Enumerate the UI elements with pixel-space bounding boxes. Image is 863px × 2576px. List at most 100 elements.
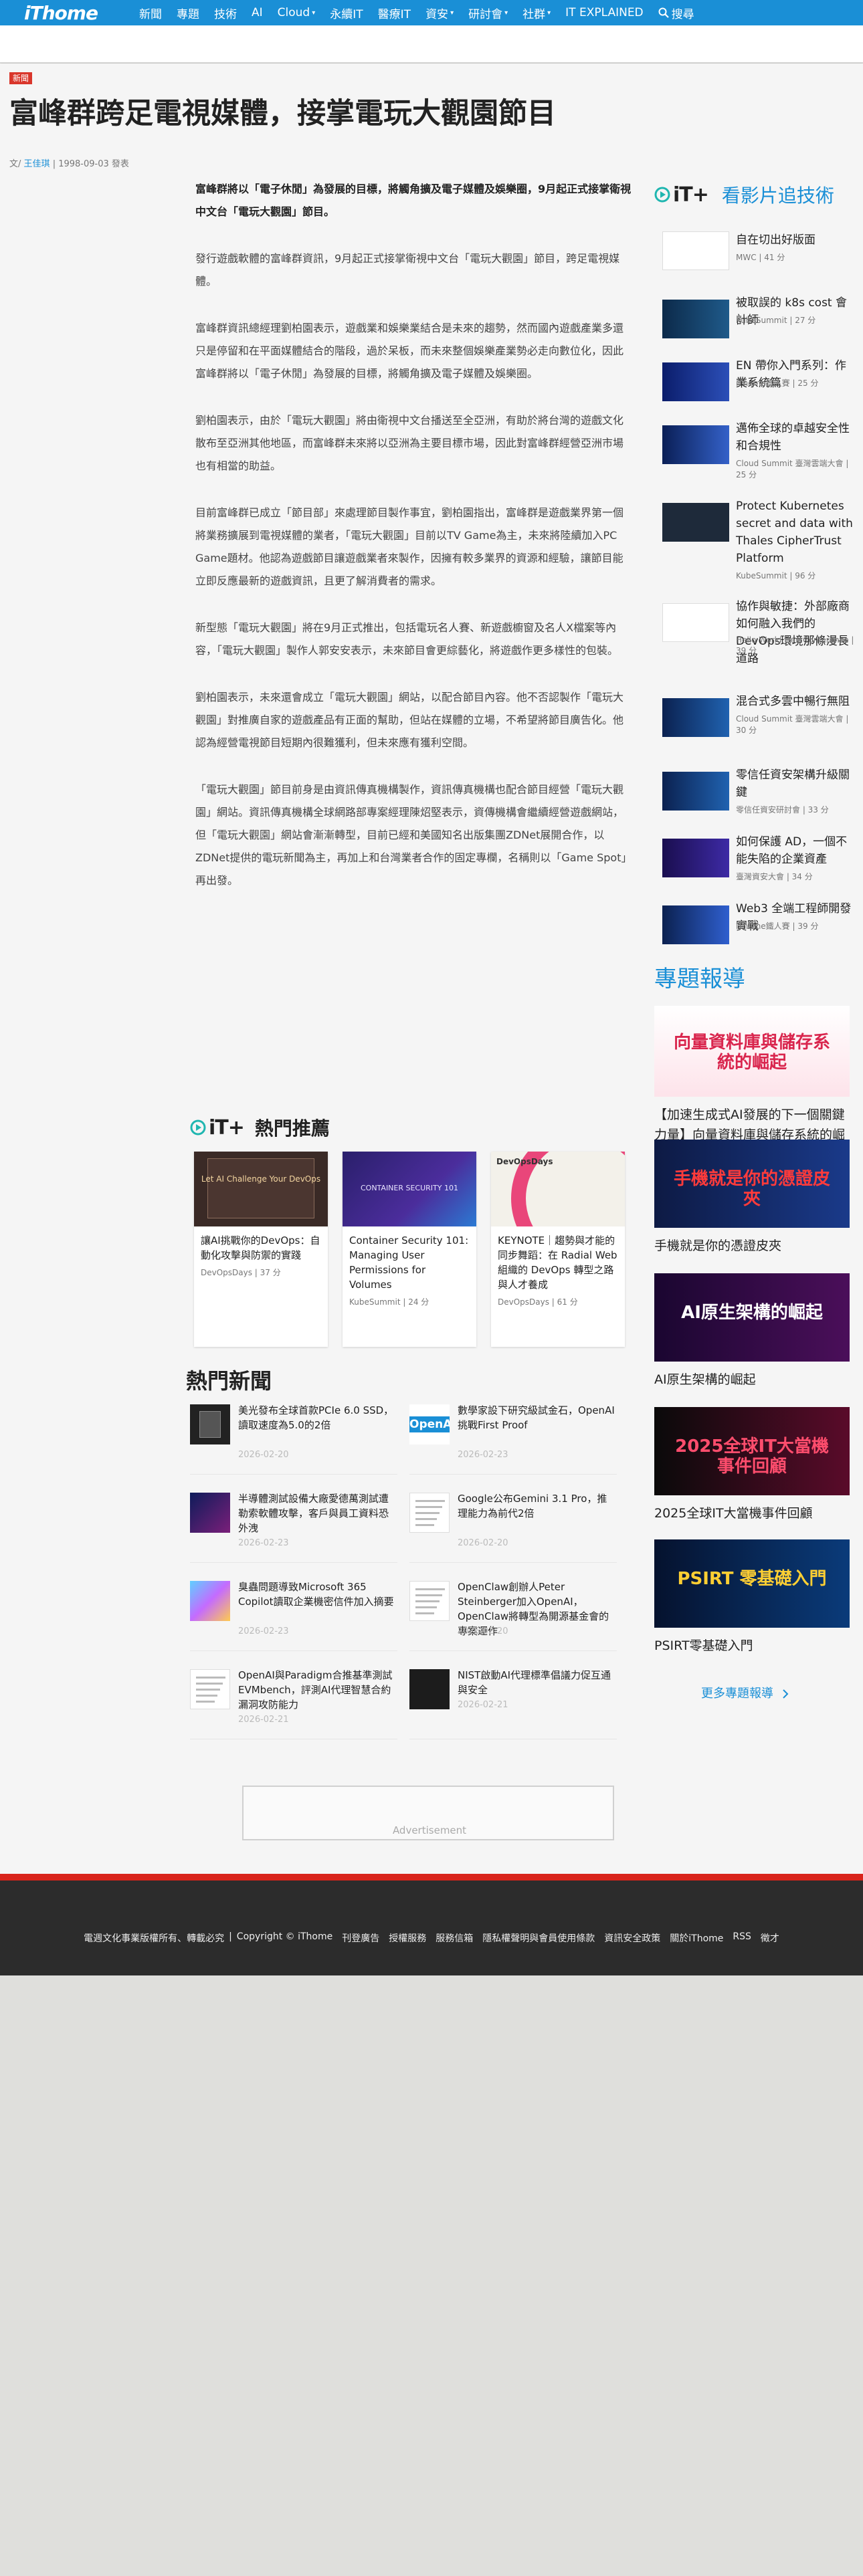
- topic-heading: 專題報導: [654, 966, 745, 992]
- nav-item[interactable]: 專題: [177, 5, 199, 21]
- recommend-thumbnail: Let AI Challenge Your DevOps: [194, 1152, 328, 1226]
- recommend-title: 熱門推薦: [254, 1117, 330, 1140]
- footer-link[interactable]: 徵才: [761, 1931, 779, 1945]
- video-meta: iThome鐵人賽 | 39 分: [736, 922, 819, 931]
- article-paragraph: 劉柏園表示，未來還會成立「電玩大觀園」網站，以配合節目內容。他不否認製作「電玩大…: [195, 691, 624, 749]
- nav-search-label: 搜尋: [671, 7, 694, 21]
- doc-line: [415, 1612, 434, 1614]
- recommend-thumbnail: DevOpsDays: [491, 1152, 625, 1226]
- doc-line: [196, 1677, 225, 1679]
- thumb-caption: DevOpsDays: [496, 1157, 553, 1166]
- search-icon: [658, 7, 669, 18]
- footer-link[interactable]: 資訊安全政策: [604, 1931, 660, 1945]
- video-title: 協作與敏捷：外部廠商如何融入我們的DevOps環境那條漫長道路: [736, 600, 850, 665]
- article-lead: 富峰群將以「電子休閒」為發展的目標，將觸角擴及電子媒體及娛樂圈，9月起正式接掌衛…: [195, 183, 632, 218]
- nav-item[interactable]: 新聞: [139, 5, 162, 21]
- itplus-logo[interactable]: iT+: [190, 1116, 245, 1140]
- footer-link[interactable]: RSS: [733, 1931, 751, 1945]
- hot-news-item[interactable]: OpenA 數學家設下研究級試金石，OpenAI挑戰First Proof 2026…: [405, 1395, 618, 1475]
- doc-line: [196, 1695, 217, 1697]
- nav-item[interactable]: Cloud ▾: [278, 6, 316, 19]
- nav-item-label: 醫療IT: [377, 7, 411, 21]
- video-meta: Cloud Summit 臺灣雲端大會 | 30 分: [736, 714, 849, 735]
- video-meta: 零信任資安研討會 | 33 分: [736, 805, 829, 815]
- footer-link[interactable]: 關於iThome: [670, 1931, 723, 1945]
- hot-news-date: 2026-02-21: [238, 1715, 289, 1725]
- recommend-card-title: 讓AI挑戰你的DevOps：自動化攻擊與防禦的實踐: [201, 1235, 320, 1261]
- topic-image: 向量資料庫與儲存系統的崛起: [654, 1006, 850, 1097]
- nav-item-label: 研討會: [468, 7, 503, 21]
- sidebar-itplus-brand: iT+: [673, 183, 709, 207]
- copilot-icon: [190, 1581, 230, 1621]
- hot-news-item[interactable]: 半導體測試設備大廠愛德萬測試遭勒索軟體攻擊，客戶與員工資料恐外洩 2026-02-…: [186, 1483, 399, 1563]
- footer-link[interactable]: 刊登廣告: [342, 1931, 379, 1945]
- hot-news-divider: [409, 1474, 617, 1475]
- hot-news-divider: [190, 1562, 397, 1563]
- video-title: 零信任資安架構升級關鍵: [736, 768, 850, 799]
- nav-search-button[interactable]: 搜尋: [658, 5, 694, 21]
- document-icon: [409, 1581, 450, 1621]
- nav-item[interactable]: 永續IT: [330, 5, 363, 21]
- hot-news-divider: [190, 1650, 397, 1651]
- category-badge[interactable]: 新聞: [9, 72, 33, 84]
- doc-line: [415, 1506, 442, 1508]
- hot-news-item[interactable]: Google公布Gemini 3.1 Pro，推理能力為前代2倍 2026-02-…: [405, 1483, 618, 1563]
- nav-item-label: 專題: [177, 7, 199, 21]
- caret-down-icon: ▾: [450, 9, 454, 17]
- topic-title: AI原生架構的崛起: [654, 1372, 756, 1387]
- recommend-card-title: Container Security 101: Managing User Pe…: [349, 1235, 469, 1291]
- footer-link[interactable]: 隱私權聲明與會員使用條款: [482, 1931, 595, 1945]
- article-paragraph: 劉柏園表示，由於「電玩大觀園」將由衛視中文台播送至全亞洲，有助於將台灣的遊戲文化…: [195, 414, 624, 472]
- hot-news-item[interactable]: 美光發布全球首款PCIe 6.0 SSD，讀取速度為5.0的2倍 2026-02-…: [186, 1395, 399, 1475]
- nav-item[interactable]: 技術: [214, 5, 237, 21]
- recommend-card[interactable]: Let AI Challenge Your DevOps 讓AI挑戰你的DevOp…: [194, 1152, 328, 1347]
- topic-image: AI原生架構的崛起: [654, 1273, 850, 1362]
- recommend-card-title: KEYNOTE｜趨勢與才能的同步舞蹈：在 Radial Web 組織的 DevO…: [498, 1235, 617, 1291]
- footer-link[interactable]: 服務信箱: [436, 1931, 473, 1945]
- nav-item-label: Cloud: [277, 6, 310, 19]
- caret-down-icon: ▾: [312, 9, 316, 17]
- video-title: 邁佈全球的卓越安全性和合規性: [736, 422, 850, 453]
- nav-item[interactable]: 研討會 ▾: [468, 5, 508, 21]
- thumb-caption: CONTAINER SECURITY 101: [360, 1184, 458, 1192]
- recommend-card[interactable]: CONTAINER SECURITY 101 Container Security…: [343, 1152, 476, 1347]
- author-link[interactable]: 王佳琪: [24, 159, 50, 169]
- doc-line: [415, 1600, 440, 1602]
- video-thumbnail: [662, 839, 729, 877]
- sidebar-itplus-logo[interactable]: iT+: [654, 183, 709, 207]
- recommend-thumbnail: CONTAINER SECURITY 101: [343, 1152, 476, 1226]
- nav-item[interactable]: 社群 ▾: [522, 5, 551, 21]
- site-logo[interactable]: iThome: [24, 0, 108, 25]
- nav-item[interactable]: IT EXPLAINED: [565, 6, 644, 19]
- doc-line: [415, 1606, 437, 1608]
- footer-link[interactable]: 授權服務: [389, 1931, 426, 1945]
- top-nav: iThome 新聞 專題 技術 AI Cloud ▾ 永續IT 醫療IT 資安 ▾ 研討會 ▾ 社群 ▾ I…: [0, 0, 863, 25]
- recommend-card-meta: KubeSummit | 24 分: [349, 1297, 429, 1307]
- nav-item[interactable]: 資安 ▾: [425, 5, 454, 21]
- nav-item[interactable]: 醫療IT: [378, 5, 411, 21]
- circuit-icon: [190, 1493, 230, 1533]
- hot-news-item[interactable]: 臭蟲問題導致Microsoft 365 Copilot讀取企業機密信件加入摘要 2…: [186, 1572, 399, 1651]
- ad-slot[interactable]: Advertisement: [242, 1786, 614, 1840]
- topic-title: 2025全球IT大當機事件回顧: [654, 1506, 813, 1521]
- doc-line: [196, 1701, 215, 1703]
- more-topics-link[interactable]: 更多專題報導: [701, 1684, 789, 1701]
- nav-item-label: 資安: [425, 7, 449, 21]
- video-meta: KubeSummit | 27 分: [736, 316, 816, 325]
- video-meta: Hello World Dev Conference | 39 分: [736, 635, 854, 655]
- doc-line: [415, 1518, 437, 1520]
- hot-news-title: 美光發布全球首款PCIe 6.0 SSD，讀取速度為5.0的2倍: [238, 1404, 394, 1431]
- nav-item-label: 永續IT: [330, 7, 363, 21]
- topic-image: PSIRT 零基礎入門: [654, 1539, 850, 1628]
- hot-news-item[interactable]: NIST啟動AI代理標準倡議力促互通與安全 2026-02-21: [405, 1660, 618, 1739]
- doc-line: [415, 1588, 445, 1590]
- hot-news-item[interactable]: OpenAI與Paradigm合推基準測試EVMbench，評測AI代理智慧合約…: [186, 1660, 399, 1739]
- nav-item[interactable]: AI: [252, 6, 263, 19]
- hot-news-item[interactable]: OpenClaw創辦人Peter Steinberger加入OpenAI，Ope…: [405, 1572, 618, 1651]
- topic-image-text: 向量資料庫與儲存系統的崛起: [673, 1033, 830, 1073]
- recommend-card[interactable]: DevOpsDays KEYNOTE｜趨勢與才能的同步舞蹈：在 Radial We…: [491, 1152, 625, 1347]
- video-meta: 臺灣資安大會 | 34 分: [736, 872, 813, 881]
- diagram-icon: [190, 1669, 230, 1709]
- video-thumbnail: [662, 231, 729, 270]
- article-paragraph: 「電玩大觀園」節目前身是由資訊傳真機構製作，資訊傳真機構也配合節目經營「電玩大觀…: [195, 783, 632, 887]
